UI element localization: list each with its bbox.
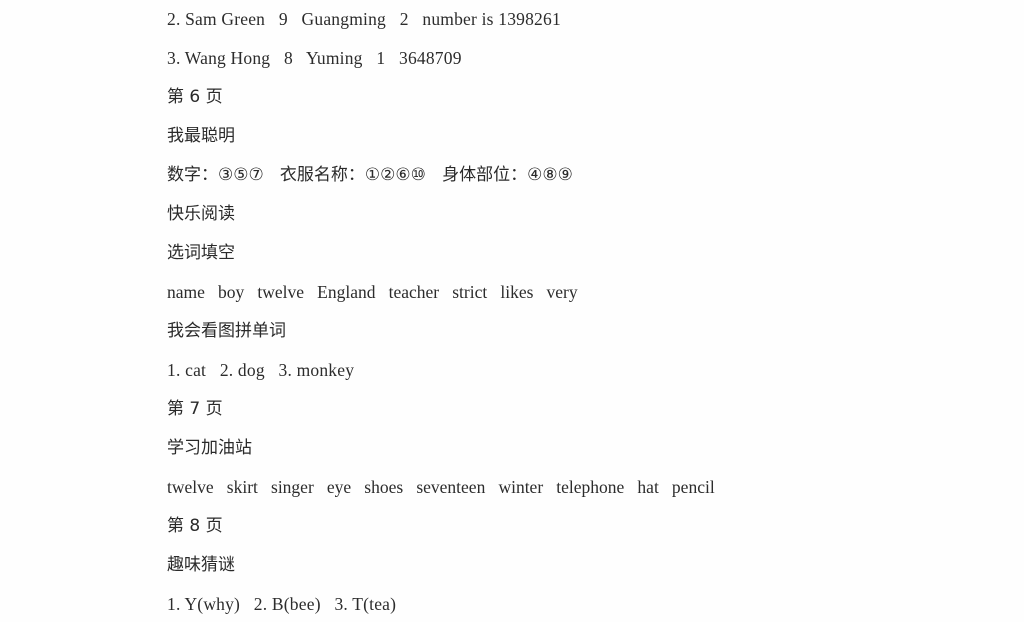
answer-key-body: 2. Sam Green 9 Guangming 2 number is 139… <box>167 0 1007 624</box>
answer-key-page: 2. Sam Green 9 Guangming 2 number is 139… <box>0 0 1024 622</box>
section-heading-quweicaimi: 趣味猜谜 <box>167 555 235 575</box>
riddle-answer-line: 1. Y(why) 2. B(bee) 3. T(tea) <box>167 594 397 614</box>
word-bank-list-1: name boy twelve England teacher strict l… <box>167 282 578 302</box>
section-heading-wozuicongming: 我最聪明 <box>167 126 235 146</box>
section-heading-kuaileyuedu: 快乐阅读 <box>167 204 235 224</box>
page-heading-6: 第 6 页 <box>167 87 223 107</box>
picture-words-answer-line: 1. cat 2. dog 3. monkey <box>167 360 355 380</box>
section-heading-xuexijiayouzhan: 学习加油站 <box>167 438 252 458</box>
page-heading-7: 第 7 页 <box>167 399 223 419</box>
answer-row-2: 2. Sam Green 9 Guangming 2 number is 139… <box>167 9 561 29</box>
section-heading-xuancitiankong: 选词填空 <box>167 243 235 263</box>
categories-answer-line: 数字：③⑤⑦ 衣服名称：①②⑥⑩ 身体部位：④⑧⑨ <box>167 165 573 185</box>
answer-row-3: 3. Wang Hong 8 Yuming 1 3648709 <box>167 48 462 68</box>
section-heading-kantupindanci: 我会看图拼单词 <box>167 321 286 341</box>
word-bank-list-2: twelve skirt singer eye shoes seventeen … <box>167 477 715 497</box>
page-heading-8: 第 8 页 <box>167 516 223 536</box>
